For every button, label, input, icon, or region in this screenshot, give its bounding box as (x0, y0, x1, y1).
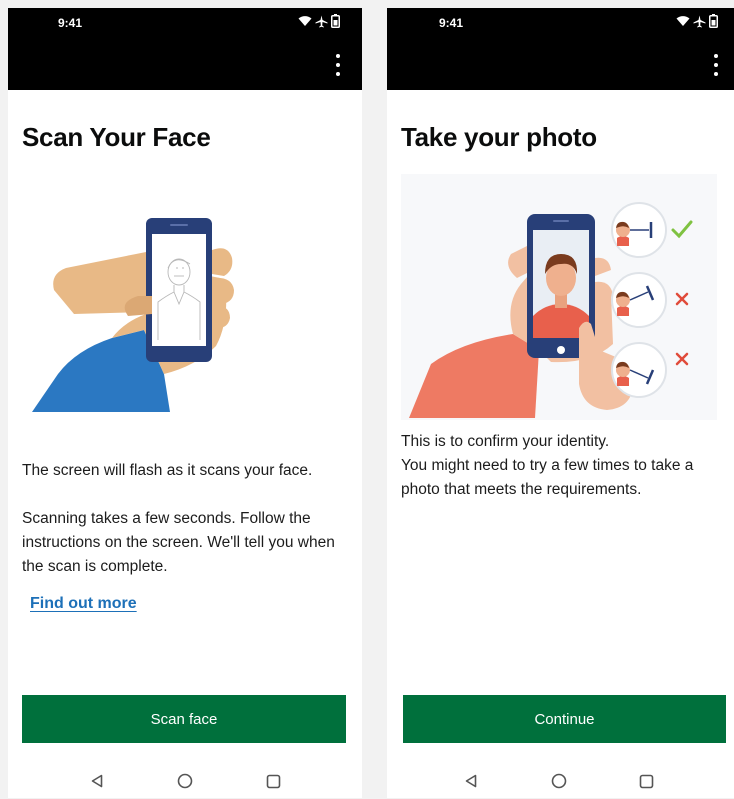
home-circle-icon[interactable] (548, 770, 570, 792)
battery-icon (331, 14, 340, 28)
status-bar: 9:41 (387, 8, 734, 90)
home-circle-icon[interactable] (174, 770, 196, 792)
wifi-icon (676, 16, 690, 26)
back-triangle-icon[interactable] (86, 770, 108, 792)
airplane-icon (693, 15, 706, 27)
page-title: Scan Your Face (22, 122, 211, 152)
recents-square-icon[interactable] (636, 770, 658, 792)
recents-square-icon[interactable] (262, 770, 284, 792)
android-nav-bar (387, 764, 734, 798)
status-bar: 9:41 (8, 8, 362, 90)
confirm-identity-text: This is to confirm your identity. (401, 433, 610, 450)
take-photo-illustration (401, 174, 717, 420)
android-nav-bar (8, 764, 362, 798)
hand-holding-phone-illustration (32, 218, 234, 412)
flash-info-text: The screen will flash as it scans your f… (22, 462, 313, 479)
retry-info-text: You might need to try a few times to tak… (401, 457, 694, 498)
status-time: 9:41 (58, 16, 83, 30)
wifi-icon (298, 16, 312, 26)
battery-icon (709, 14, 718, 28)
find-out-more-link[interactable]: Find out more (30, 595, 137, 613)
scan-instructions-text: Scanning takes a few seconds. Follow the… (22, 510, 335, 575)
more-vertical-icon[interactable] (334, 54, 342, 76)
more-vertical-icon[interactable] (712, 54, 720, 76)
back-triangle-icon[interactable] (460, 770, 482, 792)
phone-screen-take-photo: 9:41 Take your photo This is to confirm … (387, 8, 734, 798)
airplane-icon (315, 15, 328, 27)
scan-face-button[interactable]: Scan face (22, 695, 346, 743)
page-title: Take your photo (401, 122, 597, 152)
status-time: 9:41 (439, 16, 464, 30)
phone-screen-scan-face: 9:41 Scan Your Face The screen will flas… (8, 8, 362, 798)
continue-button[interactable]: Continue (403, 695, 726, 743)
